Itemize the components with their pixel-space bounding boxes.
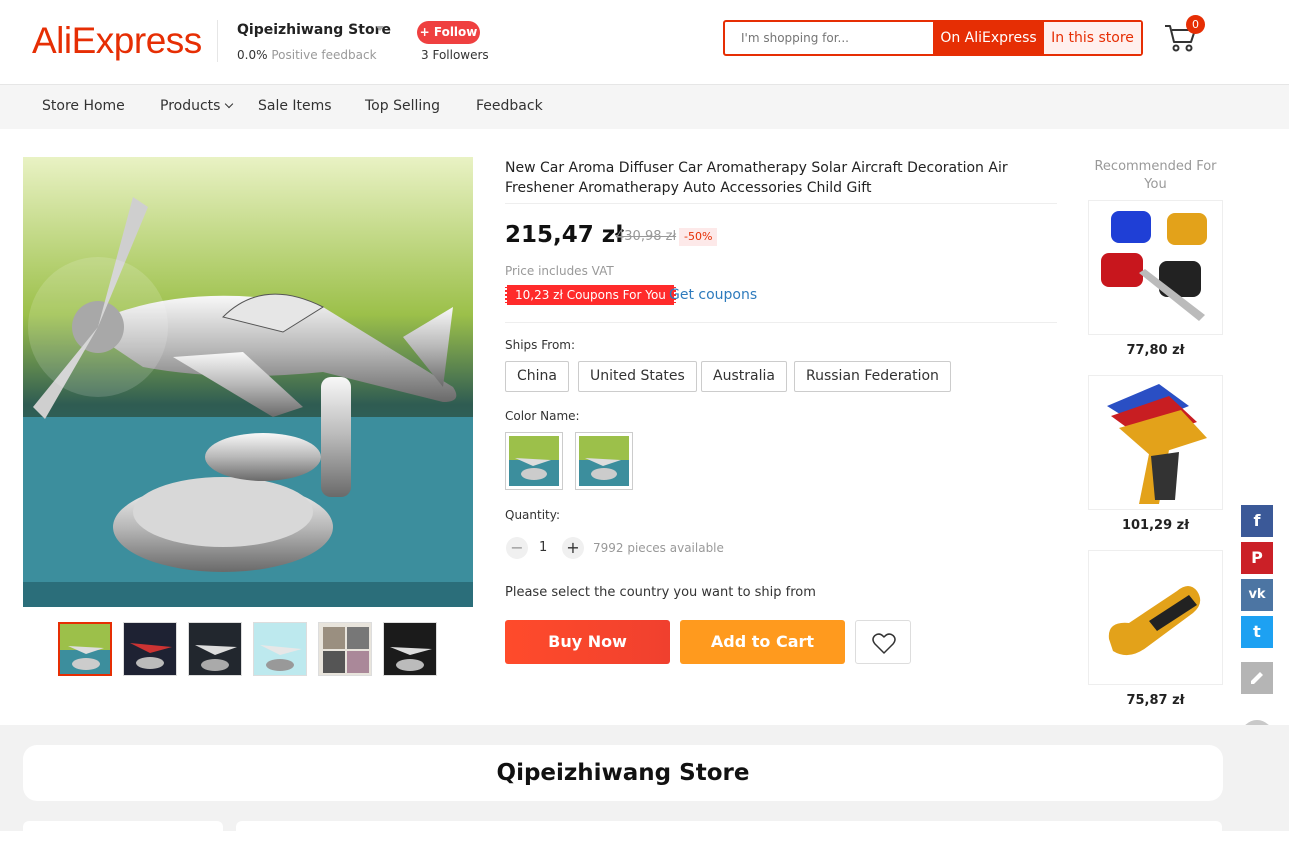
store-banner-title: Qipeizhiwang Store [23, 745, 1223, 801]
recommended-item-2[interactable] [1088, 375, 1223, 510]
store-sidebar-panel [23, 821, 223, 841]
current-price: 215,47 zł [505, 222, 624, 248]
nav-products[interactable]: Products [160, 98, 234, 114]
buy-now-button[interactable]: Buy Now [505, 620, 670, 664]
facebook-icon: f [1253, 511, 1261, 530]
ship-option-china[interactable]: China [505, 361, 569, 392]
nav-feedback[interactable]: Feedback [476, 98, 543, 114]
recommended-item-2-price: 101,29 zł [1121, 518, 1190, 533]
thumbnail-image [60, 624, 110, 674]
product-main-image[interactable] [23, 157, 473, 607]
chevron-down-icon[interactable] [376, 26, 384, 31]
color-swatch-image [579, 436, 629, 486]
recommended-item-3-price: 75,87 zł [1126, 693, 1185, 708]
twitter-share-button[interactable]: t [1241, 616, 1273, 648]
thumbnail-image [254, 623, 306, 675]
followers: 3 Followers [421, 48, 489, 62]
recommended-item-1[interactable] [1088, 200, 1223, 335]
coupon-badge[interactable]: 10,23 zł Coupons For You [505, 285, 676, 305]
thumbnail-4[interactable] [253, 622, 307, 676]
color-option-2[interactable] [575, 432, 633, 490]
pieces-available: 7992 pieces available [593, 541, 724, 555]
quantity-label: Quantity: [505, 508, 561, 522]
discount-badge: -50% [679, 228, 718, 246]
search-bar: On AliExpress In this store [723, 20, 1143, 56]
heart-icon [872, 633, 896, 654]
divider [505, 322, 1057, 323]
thumbnail-image [384, 623, 436, 675]
quantity-decrease-button[interactable]: − [506, 537, 528, 559]
vat-note: Price includes VAT [505, 264, 614, 278]
wishlist-button[interactable] [855, 620, 911, 664]
store-nav: Store Home Products Sale Items Top Selli… [0, 85, 1289, 129]
thumbnail-image [319, 623, 371, 675]
product-title: New Car Aroma Diffuser Car Aromatherapy … [505, 160, 1008, 196]
followers-label: Followers [432, 48, 489, 62]
recommended-title: Recommended For You [1094, 159, 1217, 192]
quantity-value[interactable]: 1 [539, 540, 547, 555]
nav-top-selling[interactable]: Top Selling [365, 98, 440, 114]
color-name-label: Color Name: [505, 409, 580, 423]
thumbnail-image [189, 623, 241, 675]
pinterest-share-button[interactable]: P [1241, 542, 1273, 574]
thumbnail-6[interactable] [383, 622, 437, 676]
pinterest-icon: P [1251, 548, 1263, 567]
ship-country-message: Please select the country you want to sh… [505, 585, 816, 600]
vk-icon: vk [1248, 587, 1266, 602]
feedback-label: Positive feedback [271, 48, 377, 62]
edit-feedback-button[interactable] [1241, 662, 1273, 694]
ship-option-russian-federation[interactable]: Russian Federation [794, 361, 951, 392]
nav-sale-items[interactable]: Sale Items [258, 98, 332, 114]
color-option-1[interactable] [505, 432, 563, 490]
header-divider [217, 20, 218, 62]
positive-feedback: 0.0% Positive feedback [237, 48, 377, 62]
store-name[interactable]: Qipeizhiwang Store [237, 22, 391, 38]
ship-option-united-states[interactable]: United States [578, 361, 697, 392]
followers-count: 3 [421, 48, 429, 62]
chevron-down-icon [225, 99, 234, 109]
thumbnail-2[interactable] [123, 622, 177, 676]
search-store-button[interactable]: In this store [1044, 22, 1141, 54]
divider [505, 203, 1057, 204]
store-content-panel [236, 821, 1222, 841]
quantity-increase-button[interactable]: + [562, 537, 584, 559]
recommended-item-1-price: 77,80 zł [1126, 343, 1185, 358]
pencil-icon [1251, 672, 1263, 684]
thumbnail-5[interactable] [318, 622, 372, 676]
color-swatch-image [509, 436, 559, 486]
recommended-item-image [1089, 551, 1222, 684]
thumbnail-3[interactable] [188, 622, 242, 676]
thumbnail-1[interactable] [58, 622, 112, 676]
feedback-value: 0.0% [237, 48, 268, 62]
cart-count-badge: 0 [1186, 15, 1205, 34]
nav-products-label: Products [160, 98, 221, 114]
recommended-item-image [1089, 376, 1222, 509]
follow-button[interactable]: + Follow [417, 21, 480, 44]
vk-share-button[interactable]: vk [1241, 579, 1273, 611]
recommended-item-3[interactable] [1088, 550, 1223, 685]
twitter-icon: t [1253, 622, 1261, 641]
nav-store-home[interactable]: Store Home [42, 98, 125, 114]
search-input[interactable] [727, 22, 927, 54]
facebook-share-button[interactable]: f [1241, 505, 1273, 537]
get-coupons-link[interactable]: Get coupons [669, 287, 757, 303]
add-to-cart-button[interactable]: Add to Cart [680, 620, 845, 664]
thumbnail-image [124, 623, 176, 675]
header: AliExpress Qipeizhiwang Store 0.0% Posit… [0, 0, 1289, 85]
ship-option-australia[interactable]: Australia [701, 361, 787, 392]
original-price: 430,98 zł [616, 229, 677, 244]
aliexpress-logo[interactable]: AliExpress [32, 20, 202, 62]
search-aliexpress-button[interactable]: On AliExpress [933, 22, 1044, 54]
ships-from-label: Ships From: [505, 338, 576, 352]
recommended-item-image [1089, 201, 1222, 334]
